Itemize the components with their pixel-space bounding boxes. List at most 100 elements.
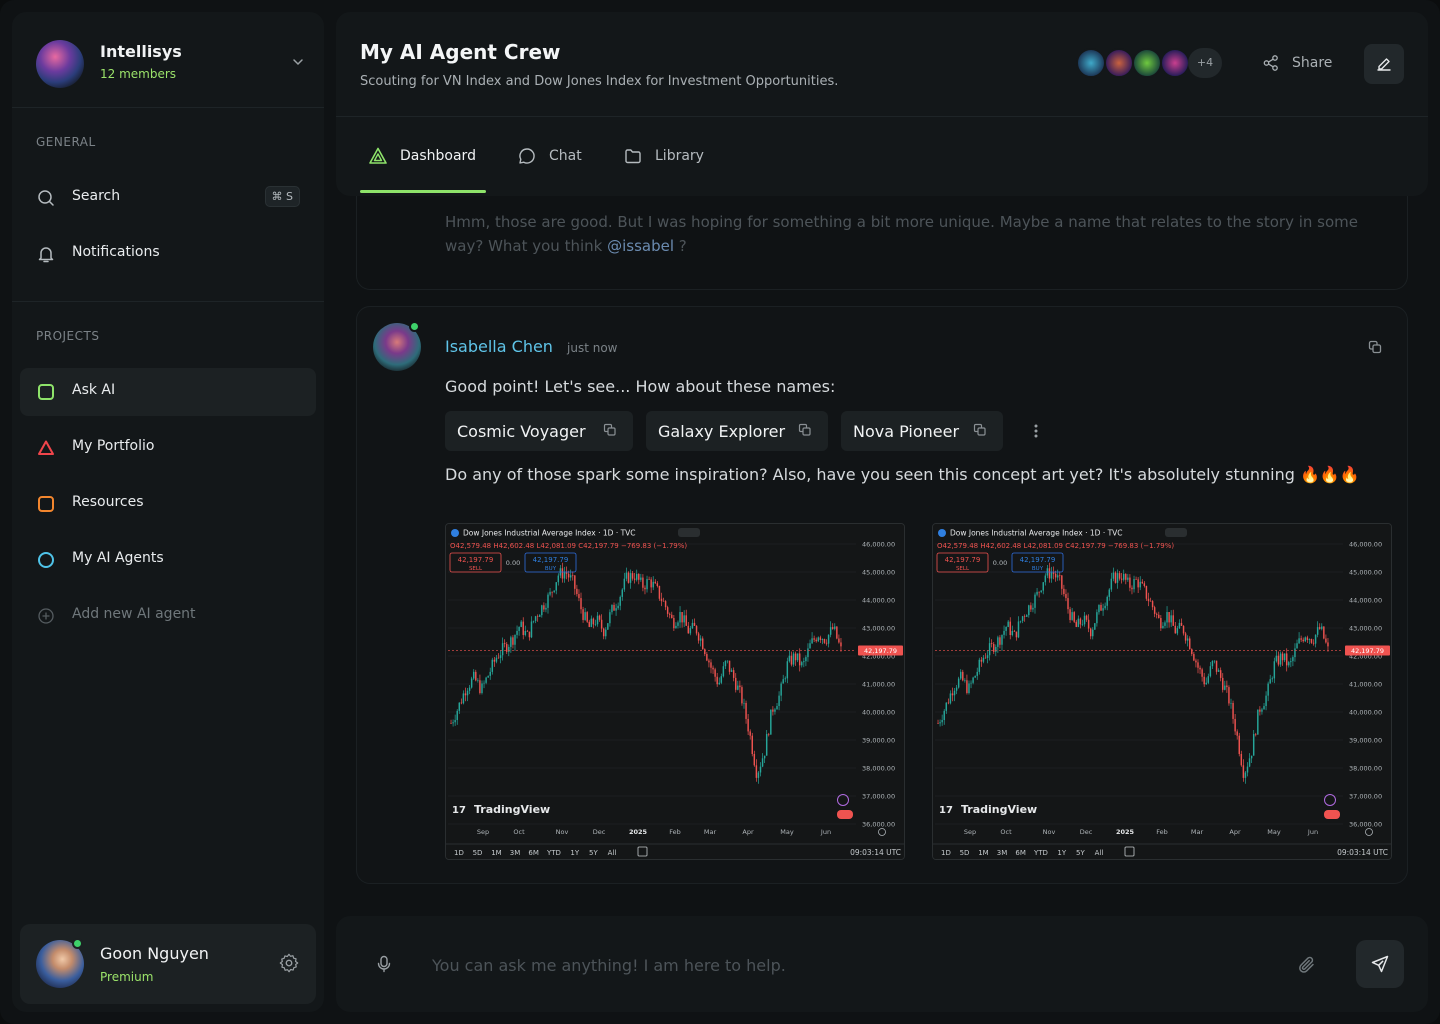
sidebar-item-search[interactable]: Search ⌘ S [20, 174, 316, 222]
divider [12, 301, 324, 302]
candle-body [941, 720, 943, 723]
suggestion-chip[interactable]: Galaxy Explorer [646, 411, 828, 451]
candle-body [730, 670, 733, 672]
section-label-general: GENERAL [36, 135, 96, 149]
candle-body [675, 625, 677, 629]
candle-body [1314, 634, 1317, 644]
sidebar-item-my-portfolio[interactable]: My Portfolio [20, 424, 316, 472]
candle-body [588, 621, 590, 627]
x-tick-label: Apr [742, 828, 754, 836]
chart-title: Dow Jones Industrial Average Index · 1D … [950, 529, 1123, 538]
sidebar-item-ask-ai[interactable]: Ask AI [20, 368, 316, 416]
candle-body [1277, 655, 1280, 665]
candle-body [646, 579, 648, 590]
candle-body [722, 666, 725, 677]
square-icon [38, 496, 54, 512]
candle-body [629, 573, 632, 583]
send-button[interactable] [1356, 940, 1404, 988]
copy-icon[interactable] [798, 423, 812, 437]
copy-icon[interactable] [973, 423, 987, 437]
candle-body [1003, 630, 1005, 635]
candle-body [772, 709, 774, 712]
candle-body [1098, 604, 1100, 613]
chart-image[interactable]: 46,000.00 45,000.00 44,000.00 43,000.00 42,0… [445, 523, 905, 860]
candle-body [522, 621, 524, 636]
candle-body [532, 620, 535, 622]
candle-body [798, 653, 801, 666]
candle-body [677, 622, 679, 626]
sidebar-item-my-ai-agents[interactable]: My AI Agents [20, 536, 316, 584]
message-text: Good point! Let's see... How about these… [445, 377, 836, 396]
add-agent-button[interactable]: Add new AI agent [20, 592, 316, 640]
candle-body [1021, 616, 1024, 621]
candle-body [1197, 662, 1199, 668]
microphone-icon[interactable] [374, 954, 394, 974]
candle-body [1250, 755, 1253, 759]
candle-body [602, 628, 605, 637]
more-vertical-icon[interactable] [1033, 423, 1039, 439]
candle-body [1176, 628, 1179, 634]
candle-body [743, 702, 745, 704]
candle-body [685, 615, 687, 626]
candle-body [1201, 669, 1203, 677]
candle-body [1112, 572, 1115, 579]
candle-body [964, 680, 966, 681]
candle-body [510, 637, 512, 647]
candle-body [697, 633, 700, 641]
copy-icon[interactable] [1367, 339, 1383, 355]
candle-body [592, 618, 595, 625]
candle-body [1182, 625, 1185, 634]
chart-image[interactable]: 46,000.00 45,000.00 44,000.00 43,000.00 42,0… [932, 523, 1392, 860]
candle-body [652, 581, 654, 588]
paperclip-icon[interactable] [1296, 954, 1318, 976]
shortcut-badge: ⌘ S [264, 186, 300, 207]
range-button: All [608, 849, 617, 857]
member-avatar-stack[interactable]: +4 [1076, 46, 1226, 80]
x-tick-label: Sep [964, 828, 976, 836]
y-tick-label: 46,000.00 [1349, 541, 1382, 549]
candle-body [481, 683, 483, 693]
suggestion-chip[interactable]: Cosmic Voyager [445, 411, 633, 451]
message-body: Hmm, those are good. But I was hoping fo… [445, 213, 1359, 255]
candle-body [755, 765, 758, 778]
candlestick-chart: 46,000.0045,000.0044,000.0043,000.0042,0… [933, 524, 1391, 859]
candle-body [1052, 572, 1055, 574]
candle-body [801, 662, 803, 666]
message-author[interactable]: Isabella Chen [445, 337, 553, 356]
message-input[interactable]: You can ask me anything! I am here to he… [432, 956, 786, 975]
chat-thread[interactable]: Hmm, those are good. But I was hoping fo… [336, 196, 1428, 900]
candle-body [1118, 573, 1121, 579]
sidebar-item-label: My Portfolio [72, 438, 155, 454]
user-profile-card[interactable]: Goon Nguyen Premium [20, 924, 316, 1004]
candle-body [609, 612, 611, 624]
range-button: 5D [473, 849, 483, 857]
sidebar-item-label: My AI Agents [72, 550, 164, 566]
candle-body [1030, 605, 1032, 610]
candle-body [545, 607, 547, 610]
edit-button[interactable] [1364, 44, 1404, 84]
candle-body [1325, 638, 1327, 643]
sidebar-item-resources[interactable]: Resources [20, 480, 316, 528]
chevron-down-icon[interactable] [290, 54, 306, 70]
candle-body [1087, 619, 1090, 629]
mention-link[interactable]: @issabel [607, 237, 674, 255]
candle-body [997, 637, 999, 647]
candle-body [658, 585, 661, 599]
gear-icon[interactable] [278, 952, 300, 974]
candle-body [1089, 628, 1092, 637]
candle-body [1257, 709, 1259, 735]
suggestion-chip[interactable]: Nova Pioneer [841, 411, 1003, 451]
candle-body [1191, 649, 1193, 655]
copy-icon[interactable] [603, 423, 617, 437]
candle-body [745, 702, 747, 719]
range-button: 5Y [1076, 849, 1085, 857]
candle-body [955, 687, 958, 691]
workspace-switcher[interactable]: Intellisys 12 members [36, 40, 306, 88]
candle-body [1054, 573, 1057, 578]
candle-body [1217, 670, 1220, 672]
x-tick-label: Nov [1043, 828, 1056, 836]
candle-body [543, 605, 545, 610]
sidebar-item-notifications[interactable]: Notifications [20, 230, 316, 278]
candle-body [1141, 581, 1144, 584]
candle-body [582, 609, 584, 620]
